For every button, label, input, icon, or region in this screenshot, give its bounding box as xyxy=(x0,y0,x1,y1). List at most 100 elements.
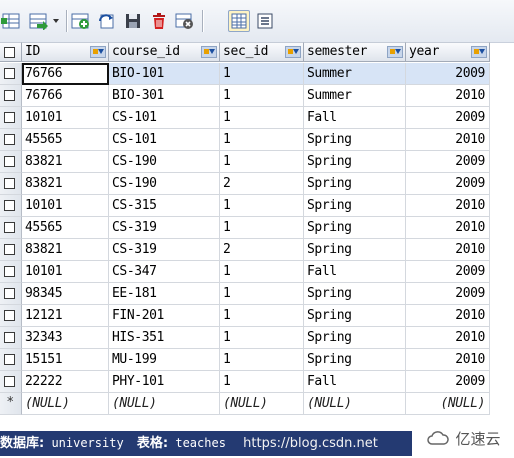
cell-year[interactable]: 2010 xyxy=(406,239,490,261)
row-selector[interactable] xyxy=(0,63,22,85)
row-checkbox[interactable] xyxy=(4,90,15,101)
column-header-semester[interactable]: semester xyxy=(304,42,406,62)
cell-id[interactable]: 10101 xyxy=(22,261,109,283)
cell-semester[interactable]: Spring xyxy=(304,217,406,239)
cell-year[interactable]: 2009 xyxy=(406,151,490,173)
cell-semester[interactable]: Spring xyxy=(304,195,406,217)
column-header-course-id[interactable]: course_id xyxy=(109,42,220,62)
table-row[interactable]: 76766 BIO-301 1 Summer 2010 xyxy=(0,85,490,107)
grid-view-icon[interactable] xyxy=(228,10,250,32)
cell-year[interactable]: 2010 xyxy=(406,195,490,217)
cell-year[interactable]: 2010 xyxy=(406,129,490,151)
column-header-sec-id[interactable]: sec_id xyxy=(220,42,304,62)
filter-sort-icon[interactable] xyxy=(471,46,487,58)
cell-year[interactable]: 2010 xyxy=(406,327,490,349)
table-row[interactable]: 76766 BIO-101 1 Summer 2009 xyxy=(0,63,490,85)
cell-id[interactable]: 83821 xyxy=(22,151,109,173)
cell-semester[interactable]: Spring xyxy=(304,173,406,195)
filter-sort-icon[interactable] xyxy=(285,46,301,58)
cell-course-id[interactable]: CS-101 xyxy=(109,107,220,129)
cell-year[interactable]: 2010 xyxy=(406,349,490,371)
cell-year[interactable]: (NULL) xyxy=(406,393,490,415)
row-checkbox[interactable] xyxy=(4,288,15,299)
cell-course-id[interactable]: (NULL) xyxy=(109,393,220,415)
cell-sec-id[interactable]: 1 xyxy=(220,85,304,107)
row-selector[interactable] xyxy=(0,283,22,305)
row-checkbox[interactable] xyxy=(4,156,15,167)
cell-semester[interactable]: Fall xyxy=(304,371,406,393)
cell-id[interactable]: 12121 xyxy=(22,305,109,327)
cell-course-id[interactable]: CS-319 xyxy=(109,217,220,239)
delete-icon[interactable] xyxy=(148,11,170,31)
cell-sec-id[interactable]: 1 xyxy=(220,151,304,173)
cell-semester[interactable]: Spring xyxy=(304,151,406,173)
row-checkbox[interactable] xyxy=(4,376,15,387)
row-checkbox[interactable] xyxy=(4,134,15,145)
cell-id[interactable]: 83821 xyxy=(22,239,109,261)
select-all-checkbox[interactable] xyxy=(4,47,15,58)
row-checkbox[interactable] xyxy=(4,222,15,233)
cell-semester[interactable]: Spring xyxy=(304,349,406,371)
cell-id[interactable]: 45565 xyxy=(22,129,109,151)
cell-id[interactable]: 22222 xyxy=(22,371,109,393)
cell-year[interactable]: 2009 xyxy=(406,283,490,305)
cell-sec-id[interactable]: 1 xyxy=(220,217,304,239)
cell-year[interactable]: 2010 xyxy=(406,305,490,327)
cell-id[interactable]: 15151 xyxy=(22,349,109,371)
cell-sec-id[interactable]: 1 xyxy=(220,349,304,371)
save-icon[interactable] xyxy=(122,11,144,31)
row-checkbox[interactable] xyxy=(4,310,15,321)
cell-course-id[interactable]: CS-315 xyxy=(109,195,220,217)
cell-course-id[interactable]: CS-190 xyxy=(109,173,220,195)
cell-sec-id[interactable]: 2 xyxy=(220,239,304,261)
row-checkbox[interactable] xyxy=(4,332,15,343)
table-row[interactable]: 83821 CS-190 1 Spring 2009 xyxy=(0,151,490,173)
row-selector[interactable] xyxy=(0,217,22,239)
cell-sec-id[interactable]: 1 xyxy=(220,63,304,85)
row-selector[interactable] xyxy=(0,327,22,349)
table-row[interactable]: 32343 HIS-351 1 Spring 2010 xyxy=(0,327,490,349)
table-row[interactable]: 12121 FIN-201 1 Spring 2010 xyxy=(0,305,490,327)
cell-semester[interactable]: Summer xyxy=(304,63,406,85)
table-row[interactable]: 10101 CS-101 1 Fall 2009 xyxy=(0,107,490,129)
row-checkbox[interactable] xyxy=(4,200,15,211)
cell-course-id[interactable]: BIO-101 xyxy=(109,63,220,85)
cell-sec-id[interactable]: 1 xyxy=(220,195,304,217)
cell-semester[interactable]: Fall xyxy=(304,107,406,129)
cell-year[interactable]: 2009 xyxy=(406,63,490,85)
export-dropdown-icon[interactable] xyxy=(26,11,64,31)
row-selector[interactable] xyxy=(0,151,22,173)
cell-semester[interactable]: Spring xyxy=(304,327,406,349)
row-selector[interactable] xyxy=(0,349,22,371)
cell-course-id[interactable]: EE-181 xyxy=(109,283,220,305)
form-view-icon[interactable] xyxy=(254,11,276,31)
row-selector[interactable] xyxy=(0,173,22,195)
cell-sec-id[interactable]: 1 xyxy=(220,305,304,327)
row-checkbox[interactable] xyxy=(4,68,15,79)
cell-id[interactable]: 83821 xyxy=(22,173,109,195)
cell-id[interactable]: 10101 xyxy=(22,195,109,217)
row-checkbox[interactable] xyxy=(4,354,15,365)
table-row[interactable]: 10101 CS-315 1 Spring 2010 xyxy=(0,195,490,217)
cell-year[interactable]: 2010 xyxy=(406,85,490,107)
cell-year[interactable]: 2009 xyxy=(406,173,490,195)
cell-semester[interactable]: Fall xyxy=(304,261,406,283)
cell-id[interactable]: 76766 xyxy=(22,85,109,107)
cell-course-id[interactable]: BIO-301 xyxy=(109,85,220,107)
cell-semester[interactable]: Summer xyxy=(304,85,406,107)
row-selector[interactable] xyxy=(0,371,22,393)
cell-sec-id[interactable]: 1 xyxy=(220,327,304,349)
row-checkbox[interactable] xyxy=(4,266,15,277)
row-selector[interactable] xyxy=(0,195,22,217)
cell-course-id[interactable]: CS-347 xyxy=(109,261,220,283)
cell-semester[interactable]: (NULL) xyxy=(304,393,406,415)
cell-year[interactable]: 2009 xyxy=(406,107,490,129)
filter-sort-icon[interactable] xyxy=(201,46,217,58)
cell-sec-id[interactable]: 1 xyxy=(220,129,304,151)
cell-sec-id[interactable]: 1 xyxy=(220,107,304,129)
table-row[interactable]: 83821 CS-319 2 Spring 2010 xyxy=(0,239,490,261)
cell-id[interactable]: (NULL) xyxy=(22,393,109,415)
cell-course-id[interactable]: MU-199 xyxy=(109,349,220,371)
cell-course-id[interactable]: FIN-201 xyxy=(109,305,220,327)
cell-id[interactable]: 98345 xyxy=(22,283,109,305)
